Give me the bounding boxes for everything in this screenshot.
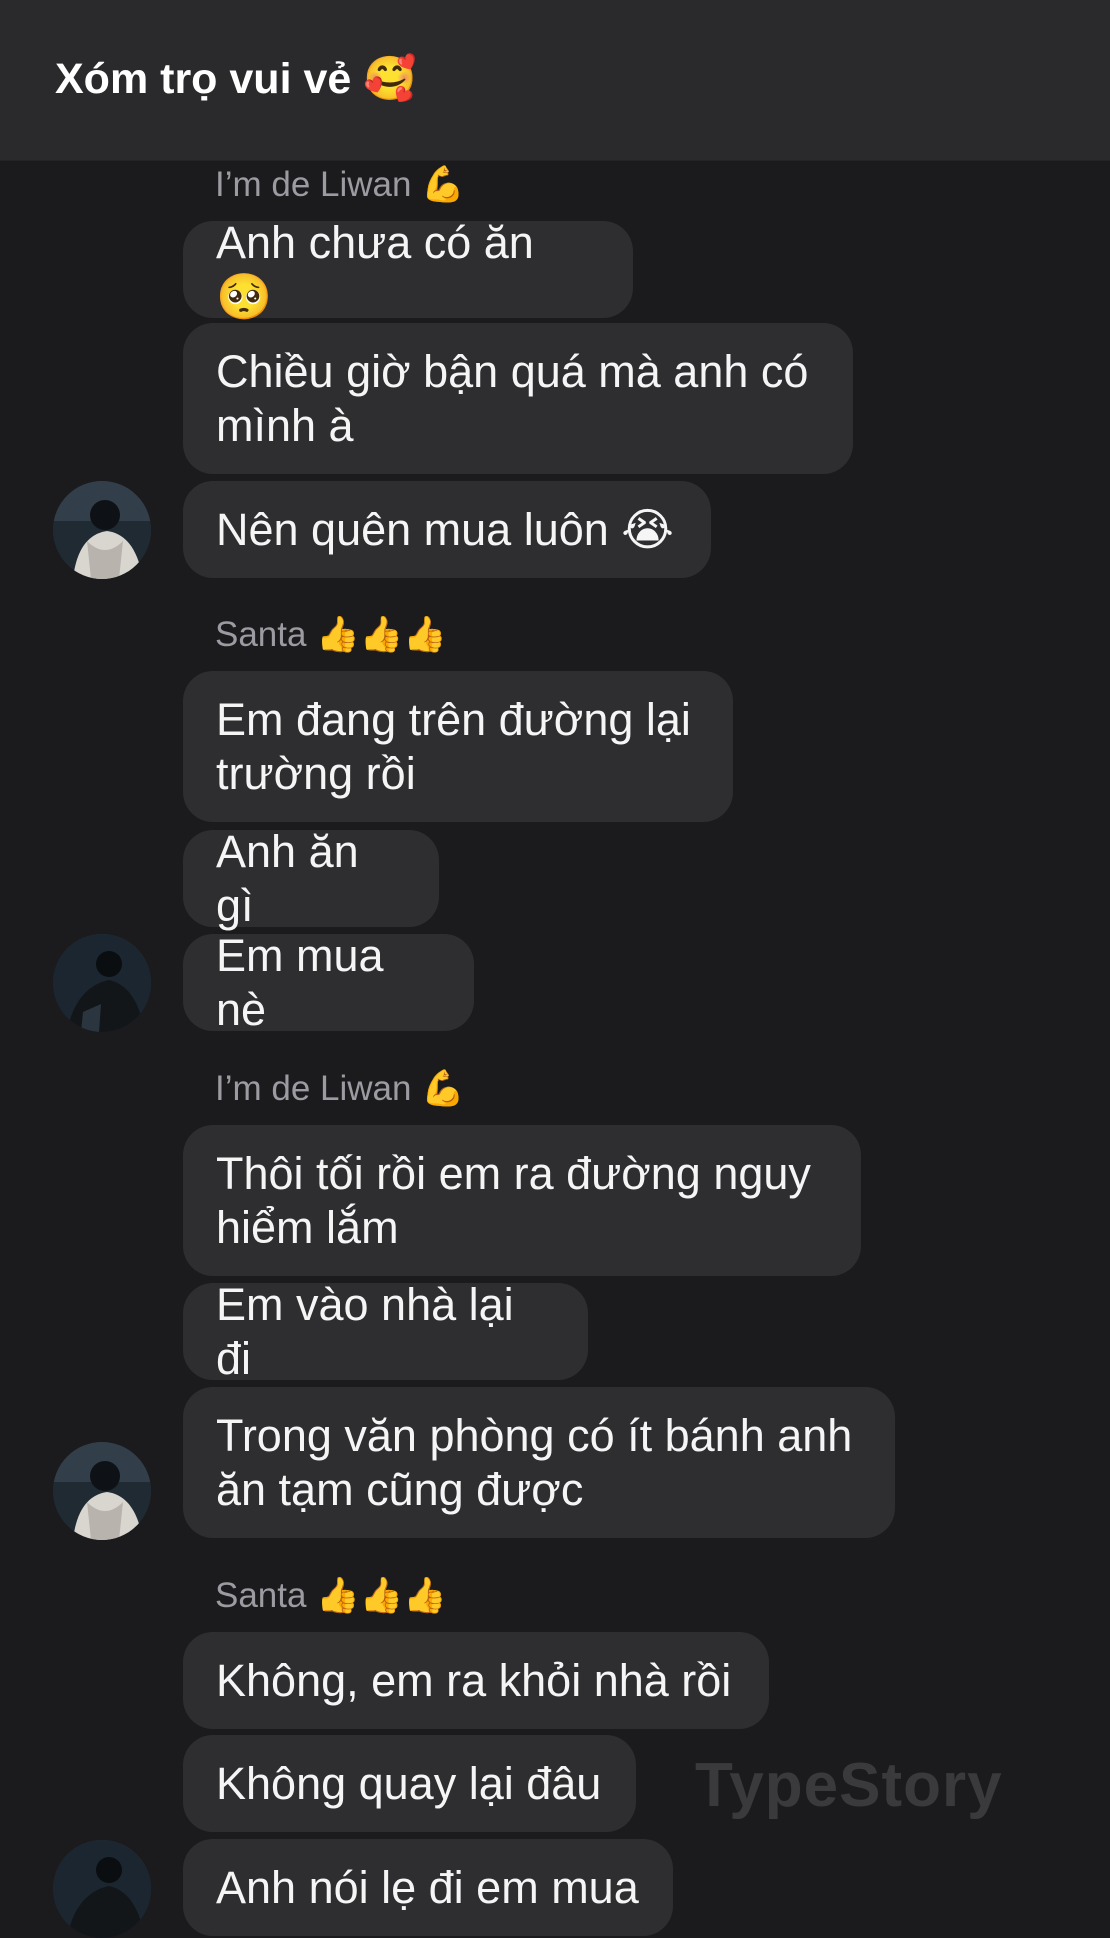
sender-name: Santa 👍👍👍: [215, 615, 447, 654]
message-bubble[interactable]: Không, em ra khỏi nhà rồi: [183, 1632, 769, 1729]
message-text: Chiều giờ bận quá mà anh có mình à: [216, 345, 809, 451]
message-bubble[interactable]: Trong văn phòng có ít bánh anh ăn tạm cũ…: [183, 1387, 895, 1538]
avatar[interactable]: [53, 1442, 151, 1540]
message-bubble[interactable]: Thôi tối rồi em ra đường nguy hiểm lắm: [183, 1125, 861, 1276]
avatar[interactable]: [53, 481, 151, 579]
message-text: Em vào nhà lại đi: [216, 1278, 514, 1384]
group-title[interactable]: Xóm trọ vui vẻ 🥰: [55, 54, 417, 104]
message-bubble[interactable]: Chiều giờ bận quá mà anh có mình à: [183, 323, 853, 474]
message-bubble[interactable]: Nên quên mua luôn 😭: [183, 481, 711, 578]
message-text: Em đang trên đường lại trường rồi: [216, 693, 691, 799]
message-text: Trong văn phòng có ít bánh anh ăn tạm cũ…: [216, 1409, 853, 1515]
message-bubble[interactable]: Em đang trên đường lại trường rồi: [183, 671, 733, 822]
message-bubble[interactable]: Anh chưa có ăn 🥺: [183, 217, 633, 322]
message-text: Em mua nè: [216, 929, 384, 1035]
message-bubble[interactable]: Em vào nhà lại đi: [183, 1279, 588, 1384]
message-bubble[interactable]: Anh ăn gì: [183, 826, 439, 931]
sender-name: Santa 👍👍👍: [215, 1576, 447, 1615]
message-text: Không, em ra khỏi nhà rồi: [216, 1654, 732, 1706]
message-bubble[interactable]: Em mua nè: [183, 930, 474, 1035]
sender-name: I’m de Liwan 💪: [215, 165, 465, 204]
message-text: Anh nói lẹ đi em mua: [216, 1861, 639, 1913]
avatar[interactable]: [53, 1840, 151, 1938]
message-text: Thôi tối rồi em ra đường nguy hiểm lắm: [216, 1147, 811, 1253]
message-text: Anh chưa có ăn 🥺: [216, 216, 534, 322]
message-text: Anh ăn gì: [216, 825, 359, 931]
message-bubble[interactable]: Anh nói lẹ đi em mua: [183, 1839, 673, 1936]
chat-header: Xóm trọ vui vẻ 🥰: [0, 0, 1110, 161]
message-text: Nên quên mua luôn 😭: [216, 503, 674, 555]
watermark: TypeStory: [695, 1751, 1003, 1820]
message-text: Không quay lại đâu: [216, 1757, 602, 1809]
sender-name: I’m de Liwan 💪: [215, 1069, 465, 1108]
avatar[interactable]: [53, 934, 151, 1032]
message-bubble[interactable]: Không quay lại đâu: [183, 1735, 636, 1832]
